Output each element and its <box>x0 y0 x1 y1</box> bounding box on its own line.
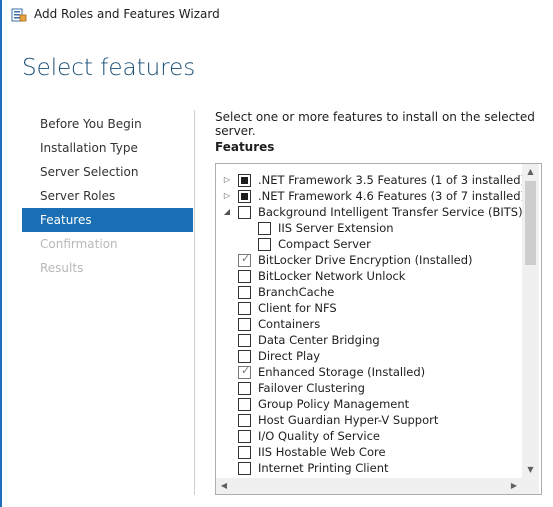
feature-label: .NET Framework 3.5 Features (1 of 3 inst… <box>258 173 526 187</box>
feature-checkbox[interactable] <box>238 174 251 187</box>
feature-row[interactable]: Data Center Bridging <box>216 332 521 348</box>
nav-item-results: Results <box>40 261 84 275</box>
feature-label: .NET Framework 4.6 Features (3 of 7 inst… <box>258 189 526 203</box>
feature-checkbox[interactable] <box>238 430 251 443</box>
feature-label: Internet Printing Client <box>258 461 389 475</box>
nav-divider <box>194 110 195 495</box>
scrollbar-thumb[interactable] <box>525 181 536 265</box>
feature-checkbox[interactable] <box>238 446 251 459</box>
feature-label: Containers <box>258 317 321 331</box>
nav-item-features[interactable]: Features <box>22 208 193 232</box>
feature-label: Data Center Bridging <box>258 333 380 347</box>
feature-row[interactable]: IIS Server Extension <box>216 220 521 236</box>
feature-row[interactable]: Group Policy Management <box>216 396 521 412</box>
nav-item-server-roles[interactable]: Server Roles <box>22 184 193 208</box>
expand-arrow-icon[interactable]: ▷ <box>222 188 232 204</box>
feature-label: IIS Server Extension <box>278 221 394 235</box>
collapse-arrow-icon[interactable]: ◢ <box>222 204 232 220</box>
vertical-scrollbar[interactable]: ▲ ▼ <box>522 164 539 478</box>
feature-row[interactable]: ▷ .NET Framework 4.6 Features (3 of 7 ins… <box>216 188 525 204</box>
feature-checkbox[interactable] <box>258 238 271 251</box>
feature-row[interactable]: ▷ .NET Framework 3.5 Features (1 of 3 ins… <box>216 172 525 188</box>
feature-label: Background Intelligent Transfer Service … <box>258 205 523 219</box>
feature-label: I/O Quality of Service <box>258 429 380 443</box>
feature-label: IIS Hostable Web Core <box>258 445 386 459</box>
feature-row[interactable]: Failover Clustering <box>216 380 521 396</box>
feature-row[interactable]: ✓ Enhanced Storage (Installed) <box>216 364 521 380</box>
feature-checkbox[interactable] <box>238 462 251 475</box>
nav-item-installation-type[interactable]: Installation Type <box>22 136 193 160</box>
feature-label: Compact Server <box>278 237 371 251</box>
wizard-nav: Before You Begin Installation Type Server … <box>22 112 193 280</box>
feature-label: Client for NFS <box>258 301 337 315</box>
feature-checkbox[interactable] <box>238 270 251 283</box>
page-title: Select features <box>22 55 196 81</box>
feature-row[interactable]: Containers <box>216 316 521 332</box>
feature-label: Failover Clustering <box>258 381 365 395</box>
feature-checkbox: ✓ <box>238 364 251 379</box>
nav-item-before-you-begin[interactable]: Before You Begin <box>22 112 193 136</box>
feature-checkbox[interactable] <box>238 318 251 331</box>
scroll-left-arrow-icon[interactable]: ◀ <box>216 478 232 494</box>
feature-row[interactable]: Direct Play <box>216 348 521 364</box>
feature-checkbox[interactable] <box>238 382 251 395</box>
feature-row[interactable]: Host Guardian Hyper-V Support <box>216 412 521 428</box>
scroll-up-arrow-icon[interactable]: ▲ <box>522 164 539 180</box>
feature-row[interactable]: Client for NFS <box>216 300 521 316</box>
scroll-down-arrow-icon[interactable]: ▼ <box>522 462 539 478</box>
nav-item-server-selection[interactable]: Server Selection <box>22 160 193 184</box>
scrollbar-corner <box>522 478 539 494</box>
feature-row[interactable]: BitLocker Network Unlock <box>216 268 521 284</box>
feature-label: BranchCache <box>258 285 335 299</box>
feature-label: Direct Play <box>258 349 321 363</box>
feature-checkbox[interactable] <box>238 206 251 219</box>
features-tree[interactable]: ▷ .NET Framework 3.5 Features (1 of 3 ins… <box>215 163 542 495</box>
horizontal-scrollbar[interactable]: ◀ ▶ <box>216 478 522 494</box>
feature-checkbox[interactable] <box>238 350 251 363</box>
feature-label: Group Policy Management <box>258 397 410 411</box>
feature-row[interactable]: BranchCache <box>216 284 521 300</box>
nav-item-confirmation: Confirmation <box>40 237 118 251</box>
instruction-text: Select one or more features to install o… <box>215 110 535 138</box>
server-manager-icon <box>11 7 27 23</box>
feature-checkbox[interactable] <box>238 302 251 315</box>
feature-label: BitLocker Drive Encryption (Installed) <box>258 253 473 267</box>
feature-checkbox: ✓ <box>238 252 251 267</box>
feature-checkbox[interactable] <box>238 190 251 203</box>
feature-checkbox[interactable] <box>238 414 251 427</box>
feature-row[interactable]: Internet Printing Client <box>216 460 521 476</box>
feature-row[interactable]: I/O Quality of Service <box>216 428 521 444</box>
features-heading: Features <box>215 140 275 154</box>
feature-row[interactable]: IIS Hostable Web Core <box>216 444 521 460</box>
feature-row[interactable]: ✓ BitLocker Drive Encryption (Installed) <box>216 252 521 268</box>
feature-checkbox[interactable] <box>238 334 251 347</box>
feature-checkbox[interactable] <box>258 222 271 235</box>
window-left-border <box>0 0 2 507</box>
checkmark-icon: ✓ <box>241 364 251 377</box>
feature-row[interactable]: Compact Server <box>216 236 521 252</box>
feature-label: Host Guardian Hyper-V Support <box>258 413 439 427</box>
title-bar[interactable]: Add Roles and Features Wizard <box>2 0 553 30</box>
feature-row[interactable]: ◢ Background Intelligent Transfer Service… <box>216 204 523 220</box>
checkmark-icon: ✓ <box>241 252 251 265</box>
feature-label: Enhanced Storage (Installed) <box>258 365 426 379</box>
window-title: Add Roles and Features Wizard <box>34 7 220 21</box>
feature-checkbox[interactable] <box>238 286 251 299</box>
feature-checkbox[interactable] <box>238 398 251 411</box>
feature-label: BitLocker Network Unlock <box>258 269 406 283</box>
expand-arrow-icon[interactable]: ▷ <box>222 172 232 188</box>
scroll-right-arrow-icon[interactable]: ▶ <box>506 478 522 494</box>
